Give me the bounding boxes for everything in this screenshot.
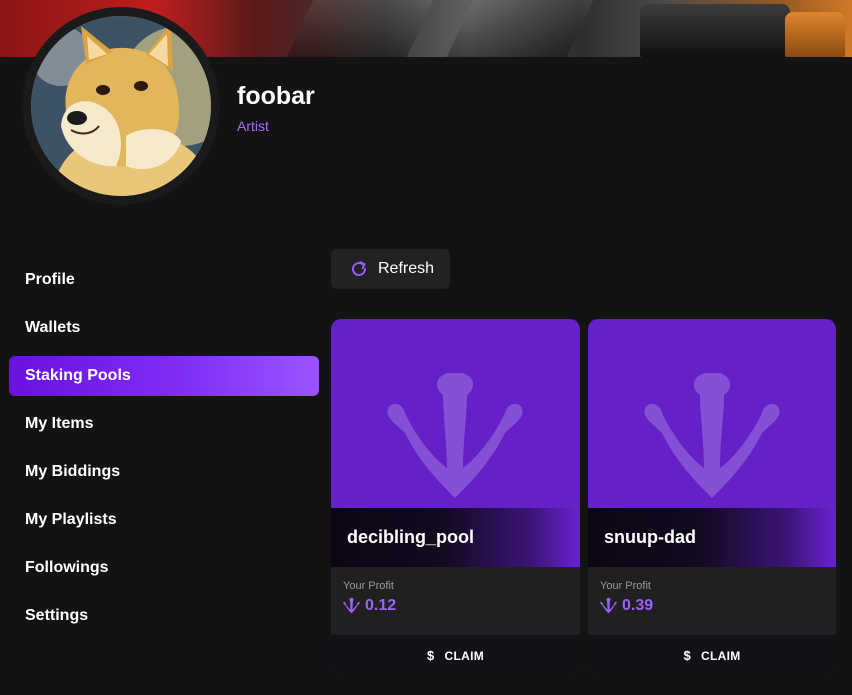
profile-page: foobar Artist Profile Wallets Staking Po…	[0, 0, 852, 695]
pool-profit: Your Profit 0.39	[588, 567, 836, 635]
avatar	[22, 7, 220, 205]
banner-streak	[286, 0, 434, 57]
profit-label: Your Profit	[343, 580, 394, 592]
sidebar-item-my-items[interactable]: My Items	[9, 404, 319, 444]
dollar-icon: $	[683, 648, 692, 663]
staking-pool-card: decibling_pool Your Profit 0.12 $ CLAIM	[331, 319, 580, 676]
claim-button[interactable]: $ CLAIM	[331, 635, 580, 676]
sidebar-item-followings[interactable]: Followings	[9, 548, 319, 588]
banner-streak	[446, 0, 594, 57]
refresh-button[interactable]: Refresh	[331, 249, 450, 289]
sidebar-item-my-biddings[interactable]: My Biddings	[9, 452, 319, 492]
pool-name: decibling_pool	[331, 508, 580, 567]
avatar-image	[31, 16, 211, 196]
sidebar-item-wallets[interactable]: Wallets	[9, 308, 319, 348]
pool-logo-icon	[644, 373, 780, 498]
profit-value: 0.39	[600, 597, 824, 615]
dollar-icon: $	[426, 648, 435, 663]
staking-pool-card: snuup-dad Your Profit 0.39 $ CLAIM	[588, 319, 836, 676]
sidebar-item-profile[interactable]: Profile	[9, 260, 319, 300]
pool-profit: Your Profit 0.12	[331, 567, 580, 635]
claim-label: CLAIM	[701, 648, 741, 663]
profit-amount: 0.12	[365, 597, 397, 614]
banner-car	[640, 4, 790, 57]
sidebar-item-my-playlists[interactable]: My Playlists	[9, 500, 319, 540]
banner-car	[785, 12, 845, 57]
token-icon	[600, 598, 617, 614]
profit-amount: 0.39	[622, 597, 654, 614]
refresh-icon	[352, 261, 366, 276]
token-icon	[343, 598, 360, 614]
profit-label: Your Profit	[600, 580, 651, 592]
sidebar-item-settings[interactable]: Settings	[9, 596, 319, 636]
sidebar-item-staking-pools[interactable]: Staking Pools	[9, 356, 319, 396]
refresh-label: Refresh	[378, 260, 435, 277]
doge-avatar-icon	[31, 16, 211, 196]
profit-value: 0.12	[343, 597, 568, 615]
profile-role: Artist	[237, 118, 269, 134]
profile-username: foobar	[237, 82, 315, 110]
sidebar-nav: Profile Wallets Staking Pools My Items M…	[9, 260, 319, 644]
claim-button[interactable]: $ CLAIM	[588, 635, 836, 676]
pool-logo-icon	[387, 373, 523, 498]
pool-name: snuup-dad	[588, 508, 836, 567]
claim-label: CLAIM	[444, 648, 485, 663]
